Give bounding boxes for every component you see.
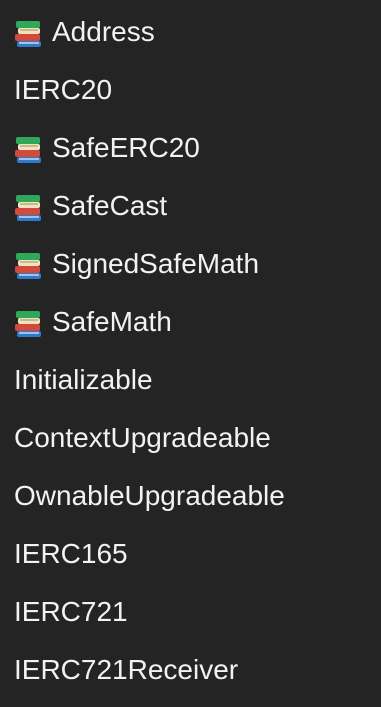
list-item-ierc721receiver[interactable]: IERC721Receiver — [0, 642, 381, 700]
library-books-icon — [14, 132, 44, 166]
list-item-signedsafemath[interactable]: SignedSafeMath — [0, 236, 381, 294]
list-item-label: OwnableUpgradeable — [14, 480, 285, 511]
list-item-safemath[interactable]: SafeMath — [0, 294, 381, 352]
list-item-label: IERC721Receiver — [14, 654, 239, 685]
list-item-label: SafeERC20 — [52, 132, 200, 163]
library-books-icon — [14, 248, 44, 282]
library-books-icon — [14, 190, 44, 224]
list-item-label: SignedSafeMath — [52, 248, 260, 279]
list-item-label: IERC20 — [14, 74, 113, 105]
list-item-label: SafeMath — [52, 306, 172, 337]
list-item-ierc721[interactable]: IERC721 — [0, 584, 381, 642]
list-item-initializable[interactable]: Initializable — [0, 352, 381, 410]
list-item-safecast[interactable]: SafeCast — [0, 178, 381, 236]
library-books-icon — [14, 306, 44, 340]
list-item-address[interactable]: Address — [0, 4, 381, 62]
list-item-ierc165[interactable]: IERC165 — [0, 526, 381, 584]
list-item-safeerc20[interactable]: SafeERC20 — [0, 120, 381, 178]
list-item-ownableupgradeable[interactable]: OwnableUpgradeable — [0, 468, 381, 526]
list-item-label: ContextUpgradeable — [14, 422, 271, 453]
list-item-label: Initializable — [14, 364, 153, 395]
library-books-icon — [14, 16, 44, 50]
contract-list: Address IERC20 SafeERC20 SafeCast Signed… — [0, 0, 381, 707]
list-item-label: IERC165 — [14, 538, 128, 569]
list-item-label: Address — [52, 16, 155, 47]
list-item-ierc20[interactable]: IERC20 — [0, 62, 381, 120]
list-item-contextupgradeable[interactable]: ContextUpgradeable — [0, 410, 381, 468]
list-item-label: SafeCast — [52, 190, 168, 221]
list-item-label: IERC721 — [14, 596, 128, 627]
